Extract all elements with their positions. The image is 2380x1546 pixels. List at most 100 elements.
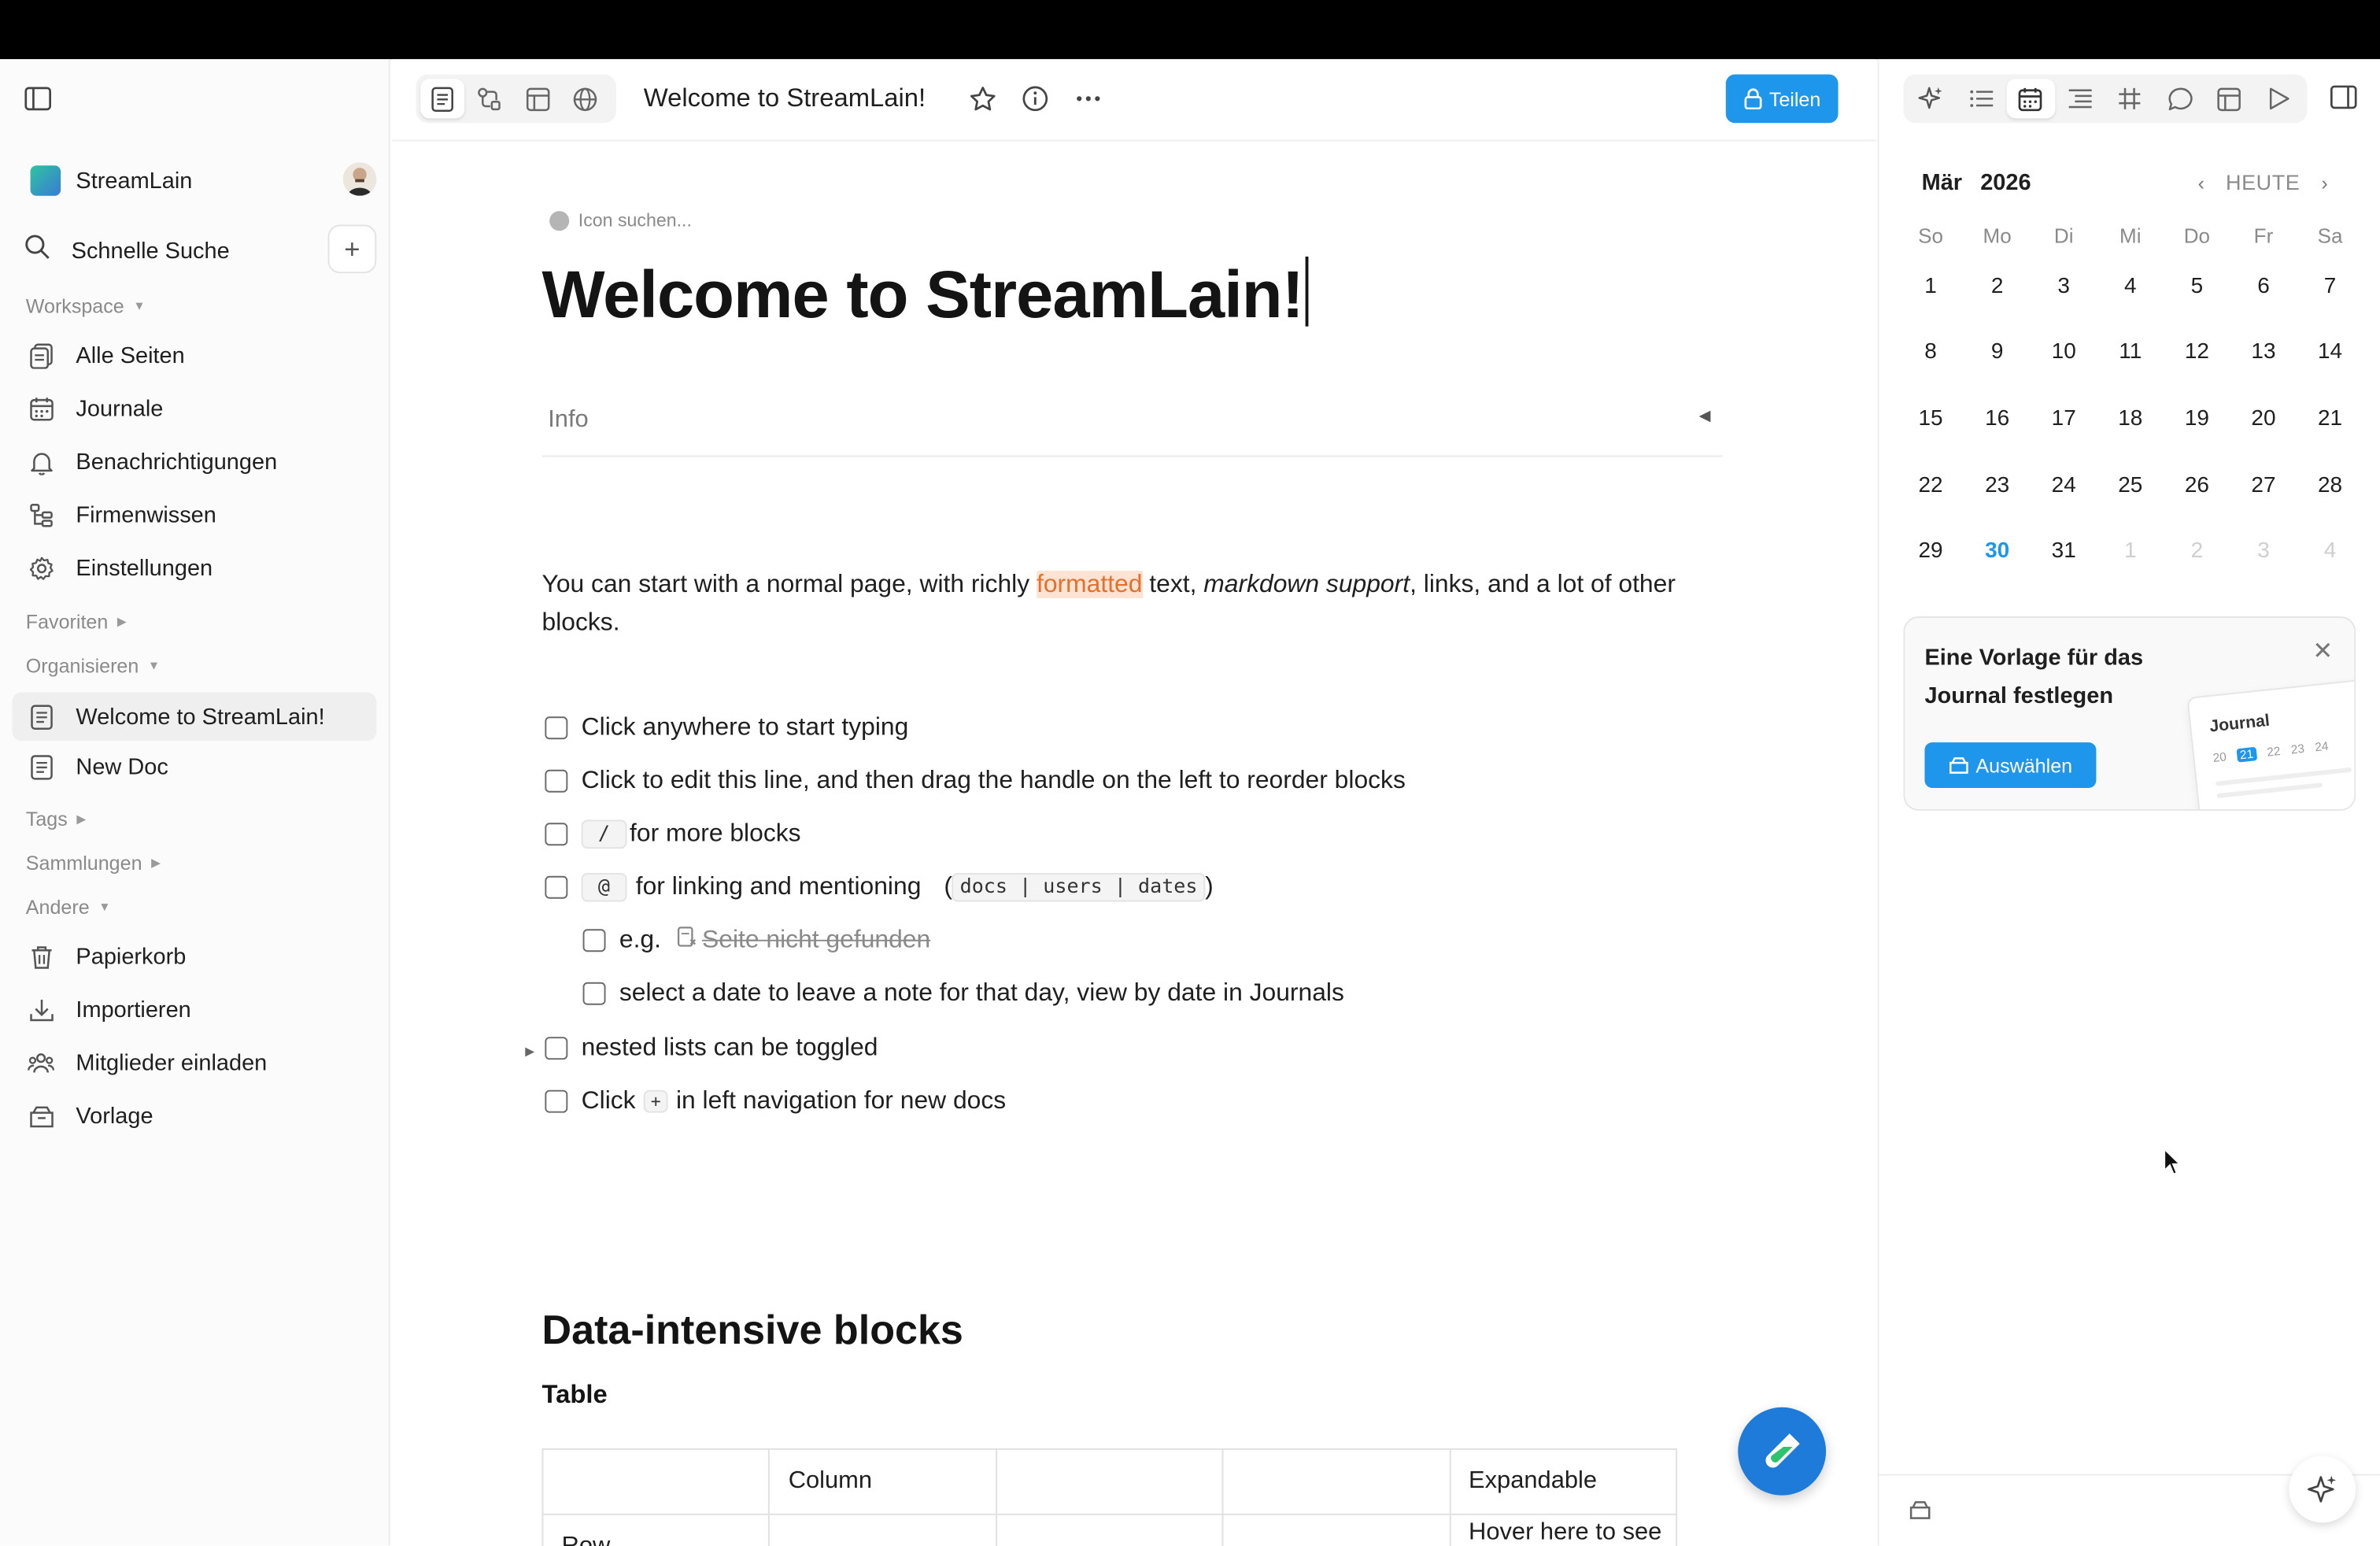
todo-text[interactable]: Click to edit this line, and then drag t…	[582, 767, 1406, 796]
calendar-day[interactable]: 9	[1964, 341, 2031, 365]
doc-title-heading[interactable]: Welcome to StreamLain!	[542, 256, 1308, 334]
sidebar-item-journals[interactable]: Journale	[12, 384, 376, 433]
section-workspace[interactable]: Workspace ▼	[26, 294, 146, 317]
calendar-day[interactable]: 1	[1898, 275, 1964, 299]
section-organize[interactable]: Organisieren ▼	[26, 654, 160, 677]
calendar-day[interactable]: 25	[2097, 473, 2164, 497]
tab-outline[interactable]	[1956, 79, 2005, 118]
section-other[interactable]: Andere ▼	[26, 896, 111, 919]
todo-text[interactable]: e.g.	[619, 926, 661, 955]
calendar-day[interactable]: 30	[1964, 539, 2031, 564]
section-collections[interactable]: Sammlungen ▶	[26, 852, 161, 875]
quick-search[interactable]: Schnelle Suche +	[24, 224, 377, 276]
collapse-arrow-icon[interactable]: ◀	[1699, 409, 1711, 425]
template-icon[interactable]	[1909, 1500, 1931, 1527]
sidebar-item-new-doc[interactable]: New Doc	[12, 742, 376, 791]
table-cell[interactable]	[768, 1513, 997, 1546]
section-tags[interactable]: Tags ▶	[26, 808, 86, 830]
todo-checkbox[interactable]	[545, 716, 568, 740]
publish-mode-button[interactable]	[564, 79, 607, 118]
sidebar-item-trash[interactable]: Papierkorb	[12, 932, 376, 981]
table-cell[interactable]: Row	[541, 1513, 771, 1546]
todo-checkbox[interactable]	[582, 929, 606, 952]
todo-text[interactable]: select a date to leave a note for that d…	[619, 979, 1344, 1008]
calendar-day[interactable]: 3	[2230, 539, 2297, 564]
calendar-month-year[interactable]: Mär 2026	[1922, 170, 2049, 196]
star-icon[interactable]	[967, 83, 998, 114]
subsection-heading[interactable]: Table	[542, 1380, 608, 1411]
calendar-day[interactable]: 4	[2097, 275, 2164, 299]
chevron-right-icon[interactable]: ›	[2321, 171, 2327, 194]
header-doc-title[interactable]: Welcome to StreamLain!	[644, 83, 926, 114]
table-cell[interactable]: Column	[768, 1448, 997, 1515]
section-heading[interactable]: Data-intensive blocks	[542, 1307, 963, 1355]
calendar-day[interactable]: 23	[1964, 473, 2031, 497]
todo-text[interactable]: nested lists can be toggled	[582, 1034, 878, 1063]
table-cell[interactable]	[995, 1448, 1224, 1515]
todo-text[interactable]: for linking and mentioning	[636, 873, 922, 902]
calendar-day[interactable]: 28	[2297, 473, 2363, 497]
sidebar-item-template[interactable]: Vorlage	[12, 1092, 376, 1141]
todo-checkbox[interactable]	[582, 982, 606, 1005]
table-cell[interactable]	[1221, 1513, 1451, 1546]
calendar-day[interactable]: 2	[2164, 539, 2230, 564]
calendar-day[interactable]: 10	[2031, 341, 2097, 365]
today-button[interactable]: HEUTE	[2226, 170, 2300, 194]
close-icon[interactable]: ✕	[2312, 636, 2333, 667]
calendar-day[interactable]: 16	[1964, 407, 2031, 431]
tab-frames[interactable]	[2105, 79, 2155, 118]
ai-assistant-button[interactable]	[1738, 1407, 1827, 1496]
calendar-day[interactable]: 17	[2031, 407, 2097, 431]
tab-properties[interactable]	[2204, 79, 2254, 118]
sidebar-item-invite[interactable]: Mitglieder einladen	[12, 1038, 376, 1087]
right-panel-toggle-icon[interactable]	[2330, 85, 2357, 117]
calendar-day[interactable]: 27	[2230, 473, 2297, 497]
calendar-day[interactable]: 12	[2164, 341, 2230, 365]
calendar-day[interactable]: 3	[2031, 275, 2097, 299]
calendar-day[interactable]: 14	[2297, 341, 2363, 365]
calendar-day[interactable]: 18	[2097, 407, 2164, 431]
calendar-day[interactable]: 11	[2097, 341, 2164, 365]
calendar-day[interactable]: 6	[2230, 275, 2297, 299]
more-icon[interactable]	[1074, 83, 1104, 114]
tab-toc[interactable]	[2056, 79, 2105, 118]
todo-text[interactable]: Click anywhere to start typing	[582, 713, 909, 742]
calendar-day[interactable]: 29	[1898, 539, 1964, 564]
calendar-day[interactable]: 22	[1898, 473, 1964, 497]
share-button[interactable]: Teilen	[1725, 74, 1839, 124]
table-cell[interactable]	[1221, 1448, 1451, 1515]
calendar-day[interactable]: 8	[1898, 341, 1964, 365]
calendar-day[interactable]: 7	[2297, 275, 2363, 299]
toggle-arrow-icon[interactable]: ▶	[525, 1045, 534, 1058]
calendar-day[interactable]: 21	[2297, 407, 2363, 431]
sidebar-item-welcome-doc[interactable]: Welcome to StreamLain!	[12, 692, 377, 742]
ai-sparkle-button[interactable]	[2289, 1455, 2356, 1523]
section-favorites[interactable]: Favoriten ▶	[26, 610, 127, 633]
tab-present[interactable]	[2254, 79, 2304, 118]
tab-comments[interactable]	[2155, 79, 2204, 118]
broken-page-link[interactable]: Seite nicht gefunden	[702, 926, 930, 955]
edgeless-mode-button[interactable]	[468, 79, 512, 118]
table-cell[interactable]	[541, 1448, 771, 1515]
table-cell[interactable]: Hover here to see drag	[1448, 1513, 1678, 1546]
todo-checkbox[interactable]	[545, 769, 568, 793]
table-cell[interactable]	[995, 1513, 1224, 1546]
info-icon[interactable]	[1020, 83, 1051, 114]
intro-paragraph[interactable]: You can start with a normal page, with r…	[542, 566, 1726, 642]
sidebar-toggle-icon[interactable]	[24, 87, 52, 111]
icon-picker-trigger[interactable]: Icon suchen...	[549, 209, 692, 231]
calendar-day[interactable]: 20	[2230, 407, 2297, 431]
select-template-button[interactable]: Auswählen	[1924, 742, 2097, 788]
calendar-day[interactable]: 15	[1898, 407, 1964, 431]
sidebar-item-import[interactable]: Importieren	[12, 986, 376, 1034]
calendar-day[interactable]: 5	[2164, 275, 2230, 299]
calendar-day[interactable]: 1	[2097, 539, 2164, 564]
page-mode-button[interactable]	[420, 79, 464, 119]
calendar-day[interactable]: 31	[2031, 539, 2097, 564]
todo-checkbox[interactable]	[545, 1037, 568, 1060]
sidebar-item-settings[interactable]: Einstellungen	[12, 543, 376, 592]
calendar-day[interactable]: 24	[2031, 473, 2097, 497]
tab-journal[interactable]	[2005, 79, 2056, 119]
calendar-day[interactable]: 19	[2164, 407, 2230, 431]
sidebar-item-all-pages[interactable]: Alle Seiten	[12, 331, 376, 379]
